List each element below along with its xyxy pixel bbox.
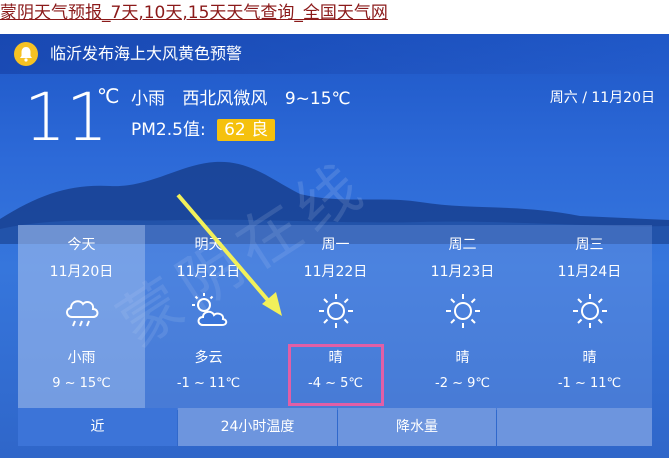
forecast-day-condition: 小雨	[67, 350, 96, 366]
forecast-day-date: 11月20日	[49, 264, 114, 280]
forecast-day-name: 今天	[67, 237, 96, 253]
current-conditions: 小雨 西北风微风 9~15℃	[131, 87, 363, 111]
current-wind: 西北风微风	[182, 89, 268, 109]
bell-icon	[14, 42, 38, 66]
forecast-day-range: -1 ~ 11℃	[557, 376, 622, 391]
tab-precipitation[interactable]: 降水量	[338, 408, 496, 446]
sun-icon	[319, 294, 353, 328]
aqi-badge: 62 良	[217, 119, 276, 141]
forecast-day-condition: 晴	[455, 350, 470, 366]
current-range: 9~15℃	[284, 89, 351, 109]
forecast-day-condition: 晴	[582, 350, 597, 366]
forecast-day-range: 9 ~ 15℃	[52, 376, 111, 391]
forecast-day-date: 11月23日	[430, 264, 495, 280]
rain-cloud-icon	[66, 300, 99, 327]
forecast-day-range: -1 ~ 11℃	[176, 376, 241, 391]
tab-recent[interactable]: 近	[18, 408, 177, 446]
forecast-day-condition: 多云	[194, 350, 223, 366]
current-condition: 小雨	[131, 89, 165, 109]
tab-bar: 近 24小时温度 降水量	[18, 408, 652, 446]
forecast-day[interactable]: 明天 11月21日 多云 -1 ~ 11℃	[145, 225, 272, 410]
pm25-label: PM2.5值:	[131, 120, 206, 140]
tab-24h-temperature[interactable]: 24小时温度	[178, 408, 337, 446]
forecast-day-range: -2 ~ 9℃	[435, 376, 490, 391]
current-temperature: 11	[24, 79, 108, 156]
forecast-day-name: 明天	[194, 237, 223, 253]
forecast-day-name: 周一	[321, 237, 350, 253]
sun-icon	[446, 294, 480, 328]
alert-text: 临沂发布海上大风黄色预警	[50, 44, 243, 63]
partly-cloudy-icon	[192, 293, 228, 326]
page-title-link[interactable]: 蒙阴天气预报_7天,10天,15天天气查询_全国天气网	[0, 0, 669, 34]
tab-extra[interactable]	[497, 408, 652, 446]
forecast-day-name: 周三	[575, 237, 604, 253]
forecast-day[interactable]: 今天 11月20日 小雨 9 ~ 15℃	[18, 225, 145, 410]
highlight-box	[288, 344, 384, 406]
forecast-day[interactable]: 周二 11月23日 晴 -2 ~ 9℃	[399, 225, 526, 410]
forecast-day[interactable]: 周三 11月24日 晴 -1 ~ 11℃	[526, 225, 653, 410]
alert-bar[interactable]: 临沂发布海上大风黄色预警	[0, 34, 669, 74]
forecast-day-date: 11月21日	[176, 264, 241, 280]
current-date: 周六 / 11月20日	[549, 90, 655, 106]
temperature-unit: ℃	[97, 84, 120, 108]
pm25-row: PM2.5值: 62 良	[131, 118, 276, 142]
forecast-day-name: 周二	[448, 237, 477, 253]
forecast-day-date: 11月22日	[303, 264, 368, 280]
sun-icon	[573, 294, 607, 328]
forecast-day-date: 11月24日	[557, 264, 622, 280]
